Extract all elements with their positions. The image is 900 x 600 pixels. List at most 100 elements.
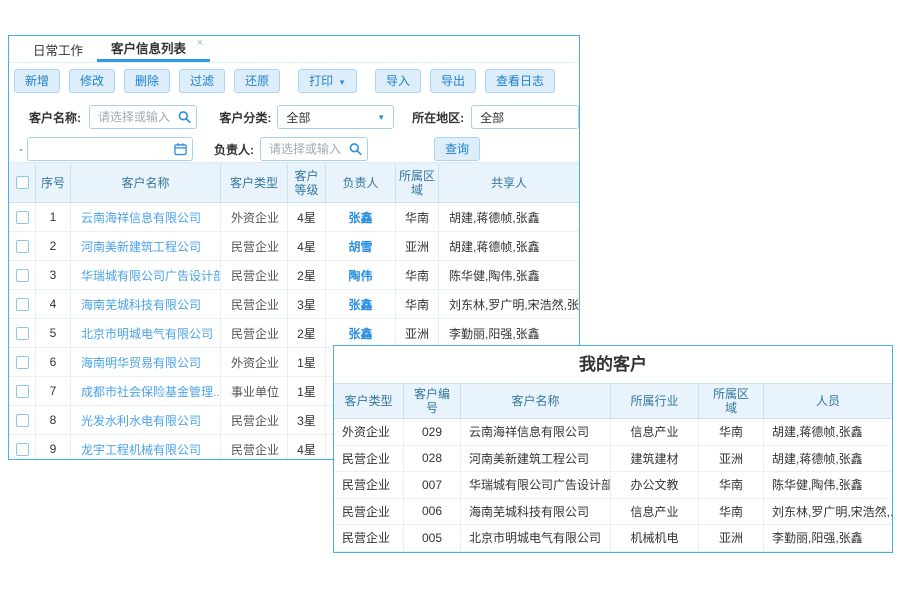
close-icon[interactable]: × — [197, 37, 203, 49]
customer-name-link[interactable]: 海南芜城科技有限公司 — [71, 290, 221, 319]
cell-industry: 办公文教 — [611, 472, 699, 499]
edit-button[interactable]: 修改 — [69, 69, 115, 93]
cell-personnel: 李勤丽,阳强,张鑫 — [764, 525, 892, 552]
row-checkbox[interactable] — [16, 327, 29, 340]
cell-seq: 6 — [36, 348, 71, 377]
table-row: 民营企业 006 海南芜城科技有限公司 信息产业 华南 刘东林,罗广明,宋浩然,… — [334, 499, 892, 526]
table-row: 2 河南美新建筑工程公司 民营企业 4星 胡雪 亚洲 胡建,蒋德帧,张鑫 — [9, 232, 579, 261]
tab-customer-info-list[interactable]: 客户信息列表 × — [97, 36, 210, 62]
owner-label: 负责人: — [214, 141, 254, 158]
row-checkbox[interactable] — [16, 211, 29, 224]
checkbox-cell — [9, 232, 36, 261]
cell-region: 华南 — [396, 290, 439, 319]
cell-customer-level: 2星 — [288, 261, 326, 290]
customer-name-link[interactable]: 云南海祥信息有限公司 — [461, 419, 611, 446]
cell-customer-type: 民营企业 — [334, 472, 404, 499]
region-select[interactable]: 全部 — [471, 105, 579, 129]
import-button[interactable]: 导入 — [375, 69, 421, 93]
cell-seq: 7 — [36, 377, 71, 406]
owner-link[interactable]: 张鑫 — [326, 203, 396, 232]
customer-name-link[interactable]: 华瑞城有限公司广告设计部 — [461, 472, 611, 499]
customer-name-link[interactable]: 北京市明城电气有限公司 — [461, 525, 611, 552]
header-region: 所属区域 — [699, 383, 764, 419]
customer-name-link[interactable]: 光发水利水电有限公司 — [71, 406, 221, 435]
cell-customer-type: 民营企业 — [334, 499, 404, 526]
customer-name-link[interactable]: 海南芜城科技有限公司 — [461, 499, 611, 526]
header-customer-name: 客户名称 — [461, 383, 611, 419]
header-industry: 所属行业 — [611, 383, 699, 419]
cell-customer-level: 4星 — [288, 203, 326, 232]
row-checkbox[interactable] — [16, 298, 29, 311]
row-checkbox[interactable] — [16, 385, 29, 398]
cell-seq: 9 — [36, 435, 71, 460]
cell-customer-type: 民营企业 — [221, 319, 288, 348]
customer-no-link[interactable]: 006 — [404, 499, 461, 526]
customer-name-link[interactable]: 河南美新建筑工程公司 — [71, 232, 221, 261]
cell-industry: 建筑建材 — [611, 446, 699, 473]
customer-no-link[interactable]: 029 — [404, 419, 461, 446]
cell-customer-level: 2星 — [288, 319, 326, 348]
customer-name-link[interactable]: 华瑞城有限公司广告设计部 — [71, 261, 221, 290]
search-icon[interactable] — [178, 111, 191, 124]
select-all-checkbox[interactable] — [16, 176, 29, 189]
owner-link[interactable]: 陶伟 — [326, 261, 396, 290]
region-label: 所在地区: — [412, 109, 464, 126]
header-personnel: 人员 — [764, 383, 892, 419]
row-checkbox[interactable] — [16, 414, 29, 427]
customer-no-link[interactable]: 007 — [404, 472, 461, 499]
cell-industry: 信息产业 — [611, 419, 699, 446]
owner-link[interactable]: 张鑫 — [326, 319, 396, 348]
export-button[interactable]: 导出 — [430, 69, 476, 93]
cell-customer-level: 4星 — [288, 435, 326, 460]
tab-daily-work[interactable]: 日常工作 — [19, 36, 97, 62]
customer-name-link[interactable]: 成都市社会保险基金管理... — [71, 377, 221, 406]
date-input[interactable] — [27, 137, 193, 161]
cell-personnel: 陈华健,陶伟,张鑫 — [764, 472, 892, 499]
row-checkbox[interactable] — [16, 443, 29, 456]
customer-name-link[interactable]: 海南明华贸易有限公司 — [71, 348, 221, 377]
row-checkbox[interactable] — [16, 240, 29, 253]
filter-button[interactable]: 过滤 — [179, 69, 225, 93]
cell-region: 华南 — [699, 499, 764, 526]
filter-row-1: 客户名称: 客户分类: 全部 ▼ 所在地区: 全部 — [9, 104, 579, 130]
view-log-button[interactable]: 查看日志 — [485, 69, 555, 93]
print-button-label: 打印 — [309, 74, 333, 88]
header-seq: 序号 — [36, 163, 71, 203]
checkbox-cell — [9, 406, 36, 435]
search-icon[interactable] — [349, 143, 362, 156]
owner-link[interactable]: 胡雪 — [326, 232, 396, 261]
print-button[interactable]: 打印▼ — [298, 69, 357, 93]
customer-name-link[interactable]: 龙宇工程机械有限公司 — [71, 435, 221, 460]
delete-button[interactable]: 删除 — [124, 69, 170, 93]
row-checkbox[interactable] — [16, 269, 29, 282]
cell-region: 亚洲 — [699, 525, 764, 552]
cell-customer-level: 3星 — [288, 290, 326, 319]
checkbox-cell — [9, 435, 36, 460]
owner-link[interactable]: 张鑫 — [326, 290, 396, 319]
cell-region: 华南 — [396, 261, 439, 290]
cell-personnel: 刘东林,罗广明,宋浩然,... — [764, 499, 892, 526]
customer-category-value: 全部 — [286, 109, 310, 126]
add-button[interactable]: 新增 — [14, 69, 60, 93]
customer-no-link[interactable]: 028 — [404, 446, 461, 473]
query-button[interactable]: 查询 — [434, 137, 480, 161]
customer-no-link[interactable]: 005 — [404, 525, 461, 552]
customer-name-link[interactable]: 云南海祥信息有限公司 — [71, 203, 221, 232]
customer-category-label: 客户分类: — [219, 109, 271, 126]
calendar-icon[interactable] — [174, 143, 187, 156]
customer-category-select[interactable]: 全部 ▼ — [277, 105, 394, 129]
my-customers-panel: 我的客户 客户类型 客户编号 客户名称 所属行业 所属区域 人员 外资企业 02… — [333, 345, 893, 553]
checkbox-cell — [9, 348, 36, 377]
customer-name-link[interactable]: 河南美新建筑工程公司 — [461, 446, 611, 473]
cell-customer-level: 4星 — [288, 232, 326, 261]
table-header-row: 序号 客户名称 客户类型 客户等级 负责人 所属区域 共享人 — [9, 162, 579, 203]
tab-bar: 日常工作 客户信息列表 × — [9, 36, 579, 63]
table-row: 5 北京市明城电气有限公司 民营企业 2星 张鑫 亚洲 李勤丽,阳强,张鑫 — [9, 319, 579, 348]
restore-button[interactable]: 还原 — [234, 69, 280, 93]
checkbox-cell — [9, 203, 36, 232]
header-customer-level: 客户等级 — [288, 163, 326, 203]
row-checkbox[interactable] — [16, 356, 29, 369]
customer-name-link[interactable]: 北京市明城电气有限公司 — [71, 319, 221, 348]
select-all-cell — [9, 163, 36, 203]
date-range-separator: - — [19, 142, 23, 156]
